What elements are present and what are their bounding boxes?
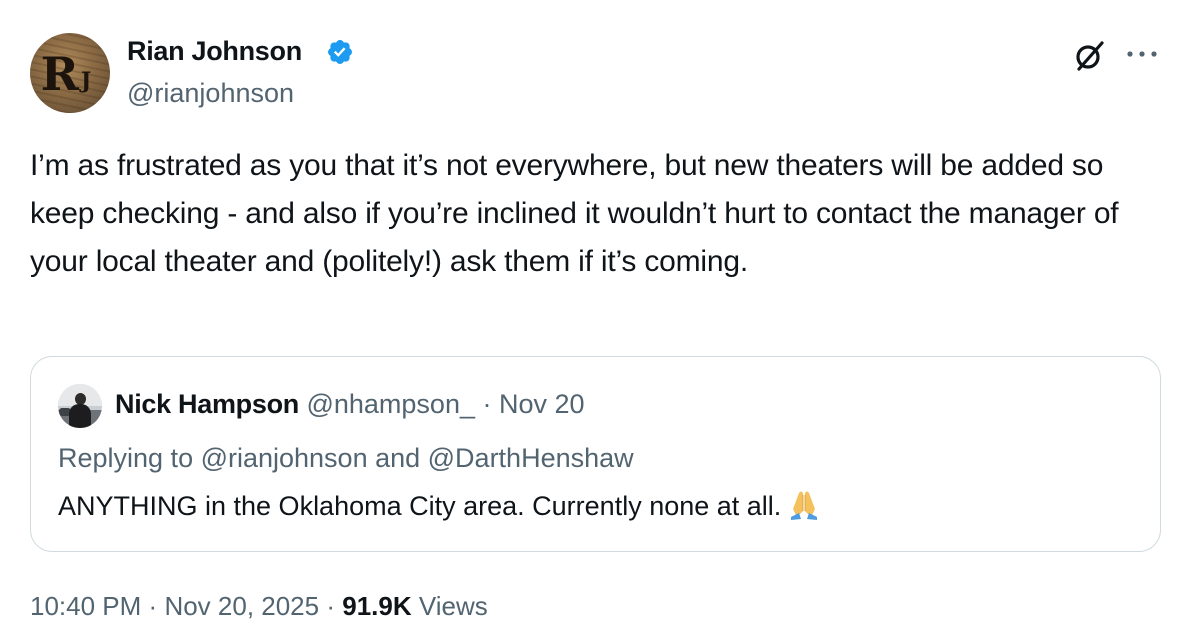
grok-icon[interactable] bbox=[1072, 38, 1108, 74]
quoted-date[interactable]: Nov 20 bbox=[499, 389, 585, 419]
tweet-text: I’m as frustrated as you that it’s not e… bbox=[30, 149, 1119, 278]
quoted-author-handle[interactable]: @nhampson_ bbox=[306, 389, 475, 419]
quoted-header: Nick Hampson @nhampson_ · Nov 20 bbox=[115, 385, 585, 423]
folded-hands-emoji bbox=[791, 491, 818, 520]
tweet-date[interactable]: Nov 20, 2025 bbox=[164, 591, 319, 621]
quoted-author-name[interactable]: Nick Hampson bbox=[115, 389, 299, 419]
views-count[interactable]: 91.9K bbox=[342, 591, 411, 621]
tweet-card: RJ Rian Johnson @rianjohnson I’m as frus… bbox=[0, 0, 1189, 644]
avatar-letter: R bbox=[40, 47, 79, 101]
avatar-torso bbox=[69, 404, 91, 428]
quoted-author-avatar[interactable] bbox=[58, 384, 102, 428]
author-handle[interactable]: @rianjohnson bbox=[127, 76, 294, 110]
author-avatar[interactable]: RJ bbox=[30, 33, 110, 113]
tweet-time[interactable]: 10:40 PM bbox=[30, 591, 141, 621]
quoted-text: ANYTHING in the Oklahoma City area. Curr… bbox=[58, 487, 821, 525]
quoted-separator: · bbox=[482, 389, 492, 419]
verified-badge-icon bbox=[328, 40, 352, 64]
views-label: Views bbox=[418, 591, 488, 621]
avatar-monogram: RJ bbox=[30, 33, 110, 113]
quoted-text-body: ANYTHING in the Oklahoma City area. Curr… bbox=[58, 491, 782, 521]
more-horizontal-icon[interactable] bbox=[1124, 44, 1160, 64]
tweet-footer: 10:40 PM · Nov 20, 2025 · 91.9K Views bbox=[30, 588, 488, 624]
footer-separator-2: · bbox=[326, 591, 336, 621]
quoted-replying-to: Replying to @rianjohnson and @DarthHensh… bbox=[58, 443, 634, 473]
quoted-tweet[interactable]: Nick Hampson @nhampson_ · Nov 20 Replyin… bbox=[30, 356, 1161, 552]
author-display-name[interactable]: Rian Johnson bbox=[127, 34, 302, 68]
avatar-small-letter: J bbox=[80, 68, 92, 94]
footer-separator: · bbox=[148, 591, 158, 621]
